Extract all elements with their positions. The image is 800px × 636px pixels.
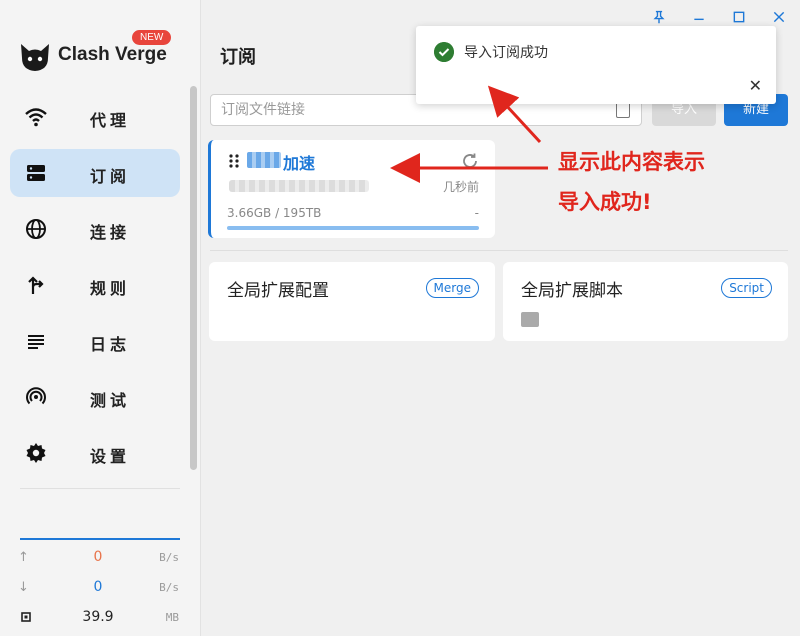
app-name: Clash Verge [58,44,167,65]
redacted-name [247,152,281,168]
expire-date: - [474,206,479,220]
fork-icon [28,276,44,294]
memory-value: 39.9 [82,609,114,625]
refresh-icon[interactable] [461,152,479,170]
page-title: 订阅 [220,47,256,68]
annotation-text-line1: 显示此内容表示 [558,150,705,174]
download-unit: B/s [159,581,179,594]
sidebar-item-label: 设置 [90,447,131,466]
sidebar-item-logs[interactable]: 日志 [10,317,180,365]
sidebar-item-connections[interactable]: 连接 [10,205,180,253]
sidebar-item-rules[interactable]: 规则 [10,261,180,309]
section-divider [210,250,788,251]
chip-icon [21,612,31,622]
arrow-down-icon: ↓ [18,580,29,595]
sidebar-item-label: 代理 [90,111,131,130]
script-card-title: 全局扩展脚本 [521,281,623,301]
sidebar-item-label: 连接 [90,223,131,242]
close-icon[interactable]: ✕ [749,76,762,95]
subscription-card[interactable]: 加速 几秒前 3.66GB / 195TB - [208,140,495,238]
paste-icon[interactable] [616,102,630,118]
traffic-graph-line [20,538,180,540]
sidebar-item-label: 规则 [90,279,131,298]
sidebar-item-label: 订阅 [90,167,131,186]
upload-unit: B/s [159,551,179,564]
download-value: 0 [93,579,103,595]
sidebar-item-settings[interactable]: 设置 [10,429,180,477]
success-toast: 导入订阅成功 ✕ [416,26,776,104]
toast-message: 导入订阅成功 [464,45,548,61]
annotation-text-line2: 导入成功! [558,190,652,214]
cat-logo-icon [21,44,49,71]
sidebar-nav: 代理 订阅 连接 规则 日志 测试 设置 [10,93,180,485]
new-badge: NEW [132,30,172,45]
sidebar-item-proxy[interactable]: 代理 [10,93,180,141]
memory-usage: 39.9 MB [18,608,183,630]
merge-card-title: 全局扩展配置 [227,281,329,301]
sidebar-divider [20,488,180,489]
download-speed: ↓ 0 B/s [18,578,183,600]
app-logo: Clash Verge NEW [18,30,188,74]
arrow-up-icon: ↑ [18,550,29,565]
check-circle-icon [434,42,454,62]
document-icon [521,312,539,327]
merge-tag: Merge [425,278,479,298]
traffic-usage: 3.66GB / 195TB [227,206,322,220]
sidebar: Clash Verge NEW 代理 订阅 连接 规则 日志 测试 设置 ↑ 0… [0,0,201,636]
redacted-url [229,180,369,192]
wifi-icon [25,108,47,127]
memory-unit: MB [165,611,179,624]
upload-value: 0 [93,549,103,565]
gear-icon [26,443,46,463]
sidebar-item-label: 测试 [90,391,131,410]
wireless-icon [26,387,46,405]
sidebar-item-subscription[interactable]: 订阅 [10,149,180,197]
sidebar-scrollbar[interactable] [190,86,197,470]
updated-time: 几秒前 [442,180,479,194]
sidebar-item-label: 日志 [90,335,131,354]
global-merge-card[interactable]: 全局扩展配置 Merge [209,262,495,341]
global-script-card[interactable]: 全局扩展脚本 Script [503,262,788,341]
drag-handle-icon[interactable] [229,154,239,168]
usage-progress-fill [227,226,479,230]
server-icon [27,165,45,181]
list-icon [28,335,44,349]
globe-icon [26,219,46,239]
usage-progress-bar [227,226,479,230]
sidebar-item-test[interactable]: 测试 [10,373,180,421]
subscription-name: 加速 [283,154,316,173]
upload-speed: ↑ 0 B/s [18,548,183,570]
script-tag: Script [721,278,772,298]
